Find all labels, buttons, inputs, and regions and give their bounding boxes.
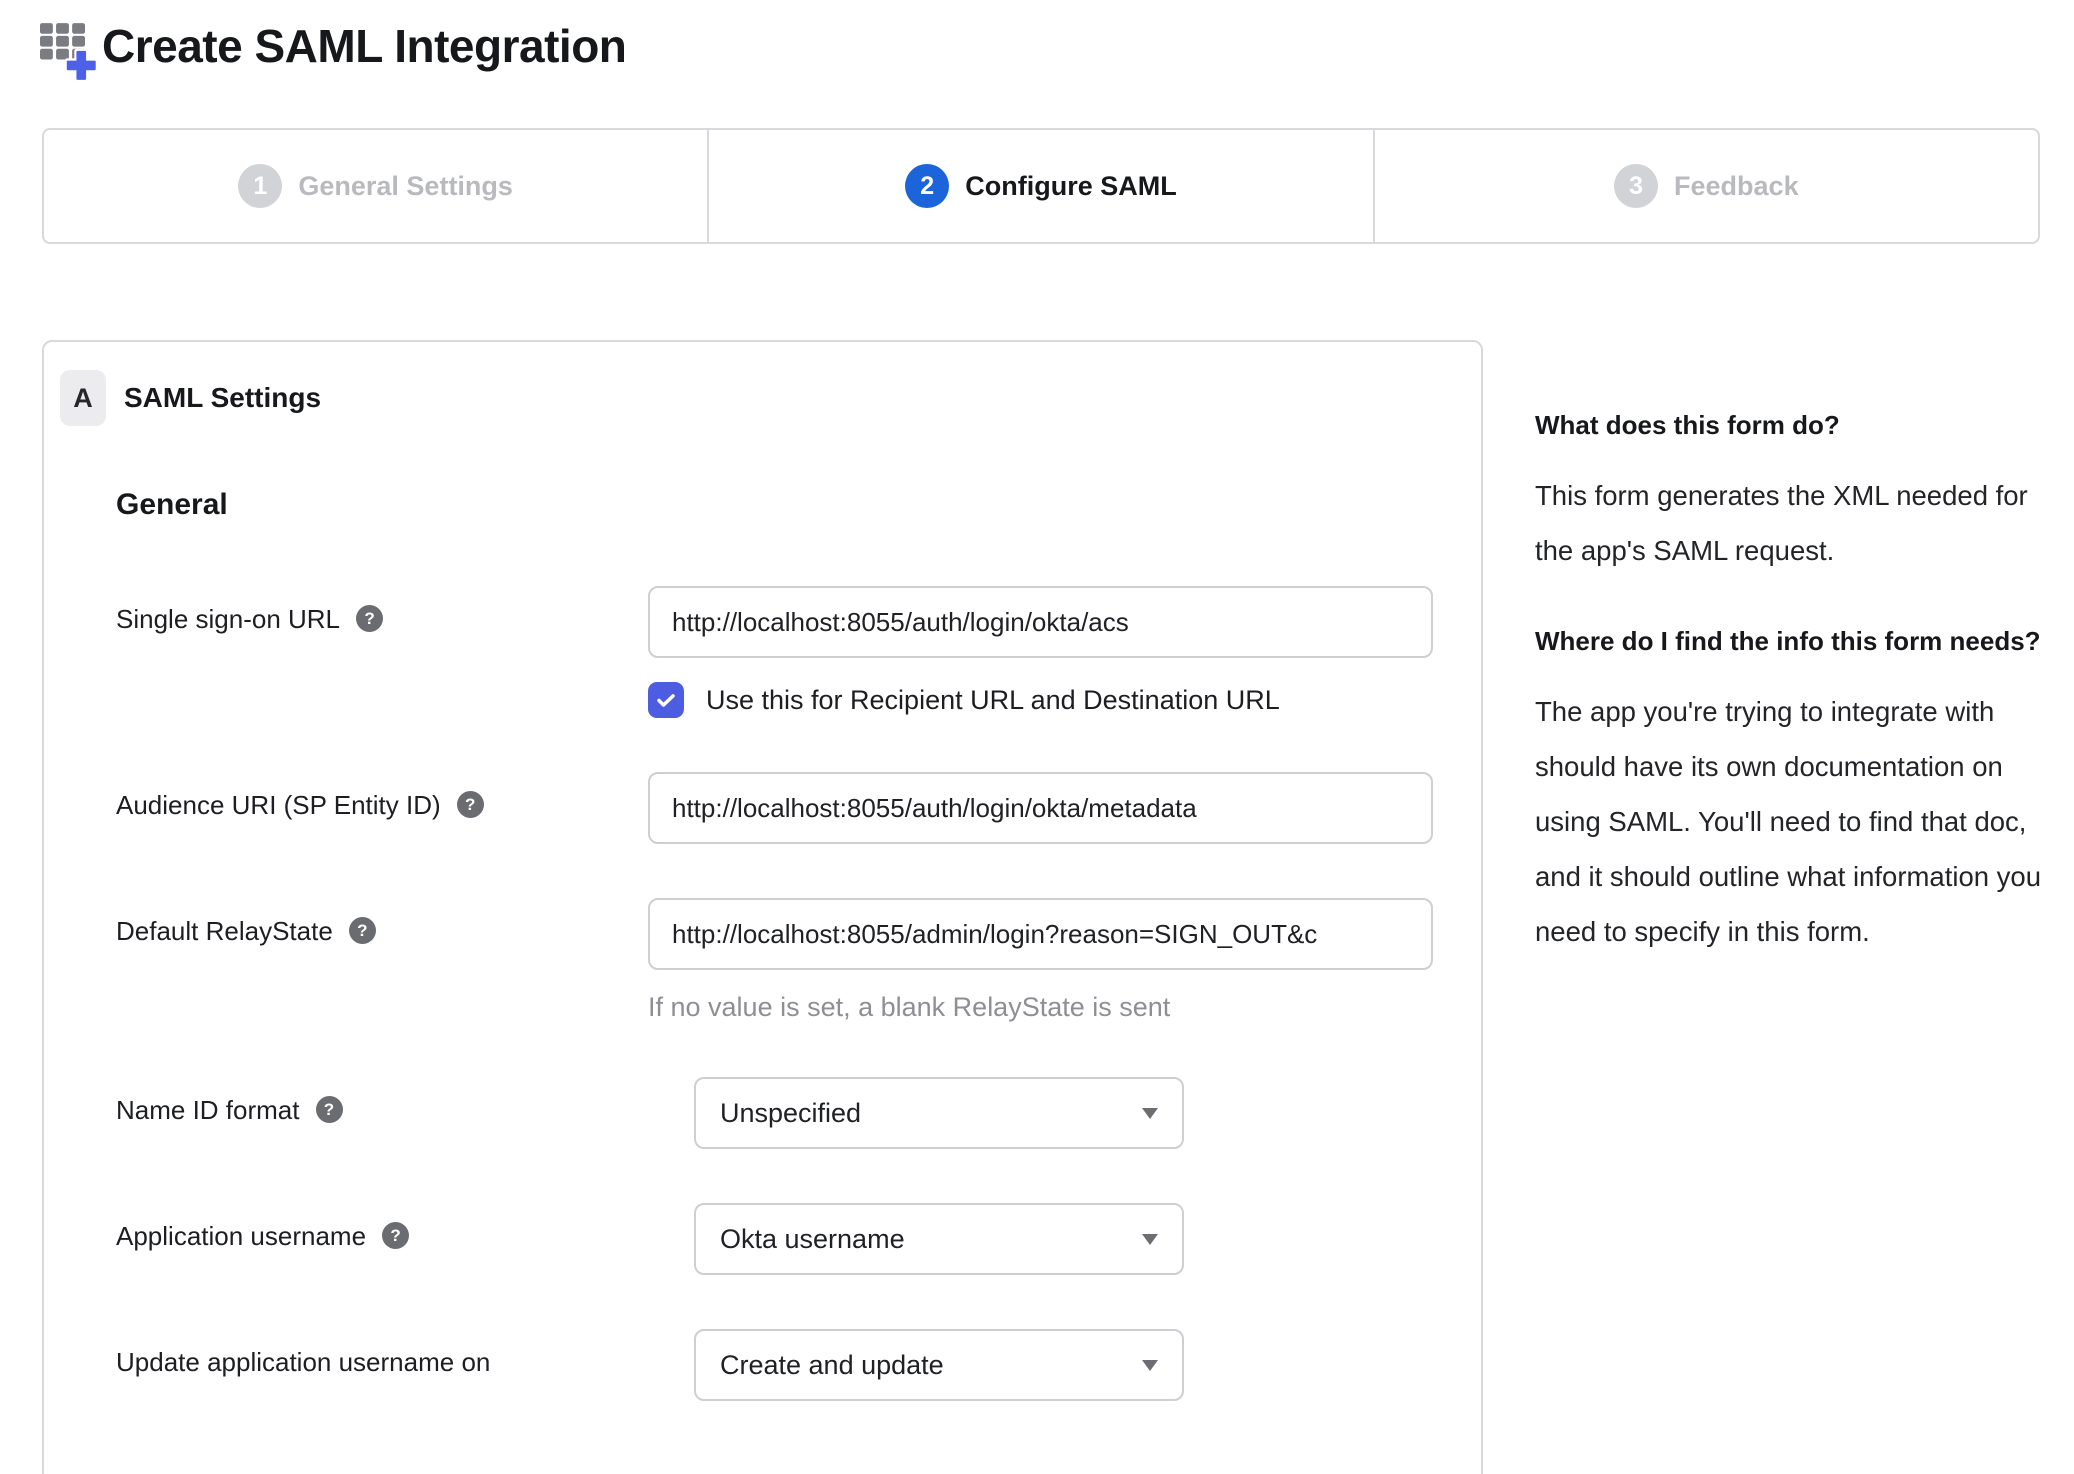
- page-header: Create SAML Integration: [0, 0, 2074, 82]
- select-value: Create and update: [720, 1349, 944, 1380]
- saml-settings-panel: A SAML Settings General Single sign-on U…: [42, 340, 1483, 1474]
- help-icon[interactable]: ?: [456, 791, 484, 818]
- field-input-group: Create and update: [694, 1329, 1433, 1401]
- field-label-group: Name ID format ?: [116, 1077, 694, 1149]
- page-title: Create SAML Integration: [102, 20, 627, 72]
- field-row-application-username: Application username ? Okta username: [116, 1203, 1433, 1275]
- recipient-url-checkbox[interactable]: [648, 682, 684, 718]
- caret-down-icon: [1142, 1233, 1158, 1245]
- field-row-name-id-format: Name ID format ? Unspecified: [116, 1077, 1433, 1149]
- relaystate-helper-text: If no value is set, a blank RelayState i…: [648, 992, 1171, 1022]
- field-row-update-username-on: Update application username on Create an…: [116, 1329, 1433, 1401]
- field-label: Audience URI (SP Entity ID): [116, 790, 441, 820]
- field-row-default-relaystate: Default RelayState ? If no value is set,…: [116, 898, 1433, 1023]
- field-label: Name ID format: [116, 1095, 300, 1125]
- section-a-badge: A: [60, 370, 106, 426]
- help-icon[interactable]: ?: [356, 605, 384, 632]
- help-icon[interactable]: ?: [382, 1222, 410, 1249]
- field-label-group: Application username ?: [116, 1203, 694, 1275]
- section-title: SAML Settings: [124, 382, 322, 413]
- field-label: Default RelayState: [116, 916, 333, 946]
- default-relaystate-input[interactable]: [648, 898, 1433, 970]
- sidebar-section-what: What does this form do? This form genera…: [1535, 406, 2047, 578]
- help-sidebar: What does this form do? This form genera…: [1535, 340, 2047, 959]
- field-label-group: Single sign-on URL ?: [116, 586, 648, 718]
- step-feedback[interactable]: 3 Feedback: [1372, 130, 2038, 242]
- wizard-step-bar: 1 General Settings 2 Configure SAML 3 Fe…: [42, 128, 2040, 244]
- step-configure-saml[interactable]: 2 Configure SAML: [707, 130, 1372, 242]
- update-username-on-select[interactable]: Create and update: [694, 1329, 1184, 1401]
- field-row-single-sign-on-url: Single sign-on URL ? Use this for Recipi…: [116, 586, 1433, 718]
- step-label: General Settings: [298, 170, 513, 201]
- recipient-url-checkbox-row: Use this for Recipient URL and Destinati…: [648, 682, 1433, 718]
- step-label: Feedback: [1674, 170, 1799, 201]
- field-label: Application username: [116, 1221, 367, 1251]
- sidebar-paragraph: This form generates the XML needed for t…: [1535, 480, 2028, 566]
- caret-down-icon: [1142, 1359, 1158, 1371]
- field-label-group: Default RelayState ?: [116, 898, 648, 1023]
- sidebar-heading: Where do I find the info this form needs…: [1535, 626, 2041, 656]
- step-label: Configure SAML: [965, 170, 1177, 201]
- caret-down-icon: [1142, 1107, 1158, 1119]
- sidebar-paragraph: The app you're trying to integrate with …: [1535, 696, 2042, 947]
- field-label: Single sign-on URL: [116, 604, 341, 634]
- content-area: A SAML Settings General Single sign-on U…: [42, 340, 2074, 1474]
- checkbox-label: Use this for Recipient URL and Destinati…: [706, 684, 1280, 715]
- help-icon[interactable]: ?: [348, 917, 376, 944]
- field-label-group: Audience URI (SP Entity ID) ?: [116, 772, 648, 844]
- field-input-group: Unspecified: [694, 1077, 1433, 1149]
- select-value: Unspecified: [720, 1097, 862, 1128]
- name-id-format-select[interactable]: Unspecified: [694, 1077, 1184, 1149]
- field-label: Update application username on: [116, 1347, 491, 1377]
- section-header: A SAML Settings: [60, 370, 1433, 426]
- field-input-group: [648, 772, 1433, 844]
- select-value: Okta username: [720, 1223, 905, 1254]
- field-input-group: Use this for Recipient URL and Destinati…: [648, 586, 1433, 718]
- audience-uri-input[interactable]: [648, 772, 1433, 844]
- sidebar-heading: What does this form do?: [1535, 410, 1840, 440]
- step-number-badge: 1: [238, 164, 283, 208]
- help-icon[interactable]: ?: [315, 1096, 343, 1123]
- step-general-settings[interactable]: 1 General Settings: [44, 130, 707, 242]
- general-group-title: General: [116, 488, 228, 521]
- field-input-group: If no value is set, a blank RelayState i…: [648, 898, 1433, 1023]
- sidebar-section-where: Where do I find the info this form needs…: [1535, 622, 2047, 959]
- single-sign-on-url-input[interactable]: [648, 586, 1433, 658]
- grid-plus-icon: [40, 22, 100, 82]
- field-label-group: Update application username on: [116, 1329, 694, 1401]
- step-number-badge: 2: [905, 164, 950, 208]
- field-input-group: Okta username: [694, 1203, 1433, 1275]
- panel-body: General Single sign-on URL ? Us: [60, 488, 1433, 1474]
- step-number-badge: 3: [1614, 164, 1659, 208]
- application-username-select[interactable]: Okta username: [694, 1203, 1184, 1275]
- field-row-audience-uri: Audience URI (SP Entity ID) ?: [116, 772, 1433, 844]
